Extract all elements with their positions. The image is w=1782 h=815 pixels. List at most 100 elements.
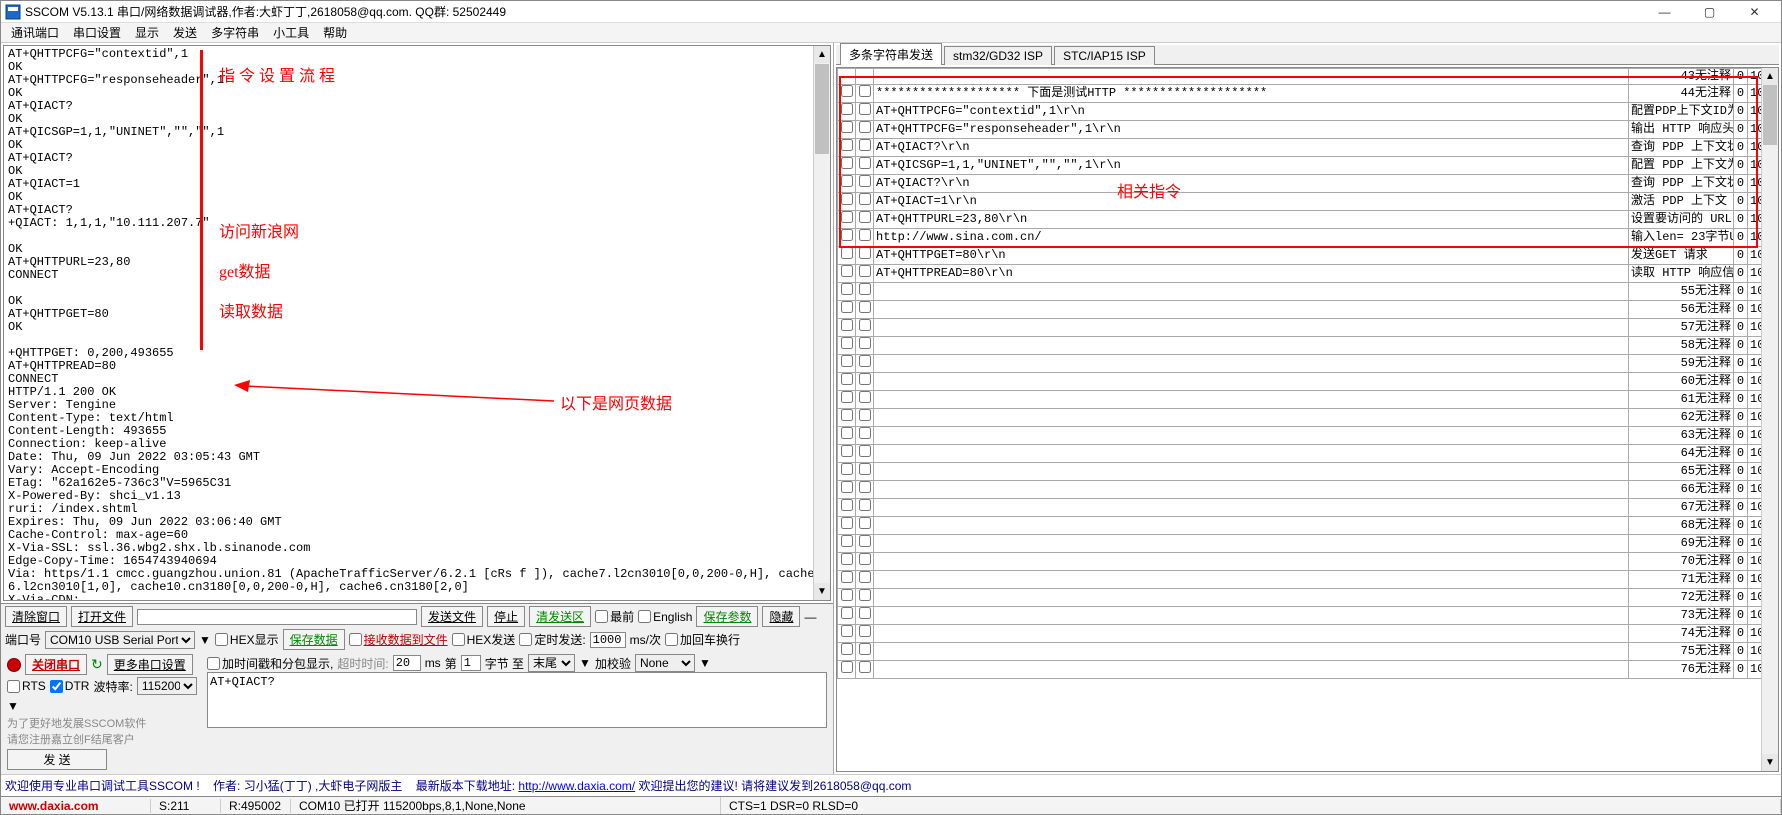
row-note[interactable]: 读取 HTTP 响应信息 [1629, 265, 1734, 283]
menu-settings[interactable]: 串口设置 [67, 22, 127, 43]
menu-tools[interactable]: 小工具 [267, 22, 315, 43]
row-checkbox[interactable] [838, 355, 856, 373]
row-note[interactable]: 64无注释 [1629, 445, 1734, 463]
row-checkbox2[interactable] [856, 445, 874, 463]
scroll-up-icon[interactable]: ▲ [814, 46, 830, 63]
save-data-button[interactable]: 保存数据 [283, 629, 345, 650]
row-count[interactable]: 0 [1734, 463, 1748, 481]
row-count[interactable]: 0 [1734, 247, 1748, 265]
row-checkbox2[interactable] [856, 175, 874, 193]
row-note[interactable]: 74无注释 [1629, 625, 1734, 643]
row-checkbox2[interactable] [856, 499, 874, 517]
row-count[interactable]: 0 [1734, 355, 1748, 373]
row-count[interactable]: 0 [1734, 625, 1748, 643]
row-checkbox2[interactable] [856, 301, 874, 319]
grid-scroll-thumb[interactable] [1763, 85, 1777, 145]
row-count[interactable]: 0 [1734, 589, 1748, 607]
row-checkbox2[interactable] [856, 247, 874, 265]
baud-select[interactable]: 115200 [137, 677, 197, 695]
row-count[interactable]: 0 [1734, 301, 1748, 319]
row-note[interactable]: 44无注释 [1629, 85, 1734, 103]
row-count[interactable]: 0 [1734, 517, 1748, 535]
row-count[interactable]: 0 [1734, 499, 1748, 517]
row-command[interactable]: AT+QIACT?\r\n [874, 139, 1629, 157]
nth-field[interactable] [461, 655, 481, 671]
row-checkbox2[interactable] [856, 265, 874, 283]
row-checkbox[interactable] [838, 445, 856, 463]
row-checkbox[interactable] [838, 391, 856, 409]
minimize-button[interactable]: — [1642, 2, 1687, 22]
row-checkbox2[interactable] [856, 535, 874, 553]
row-checkbox2[interactable] [856, 409, 874, 427]
row-note[interactable]: 62无注释 [1629, 409, 1734, 427]
row-note[interactable]: 输出 HTTP 响应头信息 [1629, 121, 1734, 139]
row-count[interactable]: 0 [1734, 607, 1748, 625]
row-checkbox[interactable] [838, 589, 856, 607]
row-checkbox[interactable] [838, 517, 856, 535]
row-count[interactable]: 0 [1734, 211, 1748, 229]
scroll-down-icon[interactable]: ▼ [814, 583, 830, 600]
open-file-button[interactable]: 打开文件 [71, 606, 133, 627]
row-checkbox2[interactable] [856, 391, 874, 409]
row-checkbox[interactable] [838, 85, 856, 103]
grid-scrollbar[interactable]: ▲ ▼ [1761, 68, 1778, 771]
row-checkbox[interactable] [838, 553, 856, 571]
row-checkbox[interactable] [838, 625, 856, 643]
row-command[interactable]: AT+QHTTPREAD=80\r\n [874, 265, 1629, 283]
row-checkbox2[interactable] [856, 625, 874, 643]
row-note[interactable]: 57无注释 [1629, 319, 1734, 337]
row-count[interactable]: 0 [1734, 661, 1748, 679]
row-checkbox2[interactable] [856, 373, 874, 391]
row-checkbox2[interactable] [856, 319, 874, 337]
row-note[interactable]: 75无注释 [1629, 643, 1734, 661]
row-command[interactable] [874, 463, 1629, 481]
row-command[interactable] [874, 373, 1629, 391]
menu-help[interactable]: 帮助 [317, 22, 353, 43]
row-command[interactable] [874, 535, 1629, 553]
row-command[interactable] [874, 607, 1629, 625]
tab-stm32[interactable]: stm32/GD32 ISP [944, 46, 1052, 65]
clear-window-button[interactable]: 清除窗口 [5, 606, 67, 627]
row-note[interactable]: 67无注释 [1629, 499, 1734, 517]
row-checkbox2[interactable] [856, 139, 874, 157]
row-checkbox2[interactable] [856, 607, 874, 625]
menu-display[interactable]: 显示 [129, 22, 165, 43]
end-dropdown-icon[interactable]: ▼ [579, 656, 591, 670]
record-icon[interactable] [7, 658, 21, 672]
row-command[interactable] [874, 571, 1629, 589]
checksum-select[interactable]: None [635, 654, 695, 672]
row-checkbox[interactable] [838, 211, 856, 229]
row-checkbox[interactable] [838, 319, 856, 337]
row-count[interactable]: 0 [1734, 535, 1748, 553]
row-checkbox2[interactable] [856, 283, 874, 301]
row-checkbox2[interactable] [856, 589, 874, 607]
grid-scroll-up-icon[interactable]: ▲ [1762, 68, 1778, 85]
row-checkbox2[interactable] [856, 103, 874, 121]
row-checkbox2[interactable] [856, 121, 874, 139]
status-site[interactable]: www.daxia.com [1, 799, 151, 813]
row-count[interactable]: 0 [1734, 553, 1748, 571]
timeout-field[interactable] [393, 655, 421, 671]
row-checkbox2[interactable] [856, 427, 874, 445]
row-count[interactable]: 0 [1734, 445, 1748, 463]
dtr-checkbox[interactable] [50, 680, 63, 693]
chk-dropdown-icon[interactable]: ▼ [699, 656, 711, 670]
row-checkbox[interactable] [838, 373, 856, 391]
row-count[interactable]: 0 [1734, 85, 1748, 103]
row-command[interactable] [874, 589, 1629, 607]
more-settings-button[interactable]: 更多串口设置 [107, 654, 193, 675]
grid-scroll-down-icon[interactable]: ▼ [1762, 754, 1778, 771]
row-checkbox[interactable] [838, 157, 856, 175]
row-checkbox[interactable] [838, 121, 856, 139]
row-checkbox[interactable] [838, 337, 856, 355]
add-crlf-checkbox[interactable] [665, 633, 678, 646]
row-checkbox[interactable] [838, 571, 856, 589]
row-count[interactable]: 0 [1734, 571, 1748, 589]
row-checkbox[interactable] [838, 643, 856, 661]
row-note[interactable]: 63无注释 [1629, 427, 1734, 445]
row-count[interactable]: 0 [1734, 121, 1748, 139]
row-command[interactable]: AT+QHTTPGET=80\r\n [874, 247, 1629, 265]
terminal-scrollbar[interactable]: ▲ ▼ [813, 46, 830, 600]
row-checkbox[interactable] [838, 193, 856, 211]
row-note[interactable]: 68无注释 [1629, 517, 1734, 535]
